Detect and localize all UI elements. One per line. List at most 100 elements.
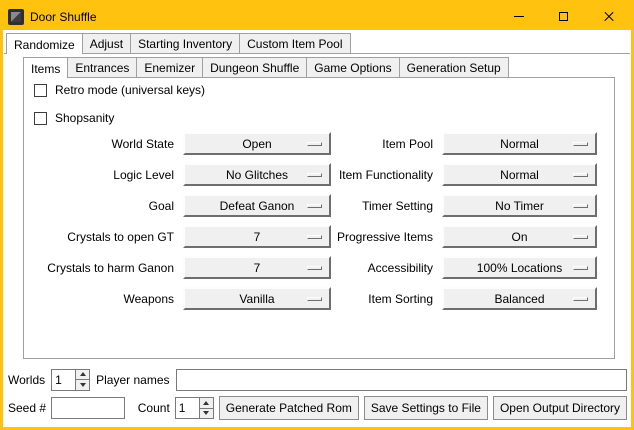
close-button[interactable] [586,3,631,30]
item-functionality-label: Item Functionality [321,168,442,182]
item-sorting-dropdown[interactable]: Balanced [442,287,597,310]
field-row: Item Pool Normal [321,132,597,155]
tab-custom-item-pool[interactable]: Custom Item Pool [239,33,350,53]
logic-level-value: No Glitches [226,168,288,182]
world-state-dropdown[interactable]: Open [183,132,331,155]
titlebar: Door Shuffle [3,3,631,30]
shopsanity-row: Shopsanity [34,111,114,125]
goal-dropdown[interactable]: Defeat Ganon [183,194,331,217]
chevron-down-icon [80,383,86,387]
field-row: Timer Setting No Timer [321,194,597,217]
crystals-ganon-value: 7 [254,261,261,275]
dropdown-indicator [307,266,322,270]
dropdown-indicator [307,173,322,177]
field-row: Progressive Items On [321,225,597,248]
tab-game-options[interactable]: Game Options [306,57,399,77]
dropdown-indicator [307,204,322,208]
generate-patched-rom-button[interactable]: Generate Patched Rom [219,396,359,420]
weapons-label: Weapons [27,292,183,306]
crystals-ganon-dropdown[interactable]: 7 [183,256,331,279]
left-field-column: World State Open Logic Level No Glitches… [27,132,331,310]
field-row: Item Functionality Normal [321,163,597,186]
tab-items[interactable]: Items [23,57,68,78]
tab-enemizer[interactable]: Enemizer [136,57,203,77]
retro-mode-label: Retro mode (universal keys) [55,83,205,97]
field-row: Crystals to open GT 7 [27,225,331,248]
weapons-value: Vanilla [239,292,274,306]
tab-generation-setup[interactable]: Generation Setup [399,57,509,77]
count-spin-down-button[interactable] [200,408,213,419]
save-settings-button[interactable]: Save Settings to File [364,396,488,420]
inner-tabstrip: Items Entrances Enemizer Dungeon Shuffle… [23,56,509,77]
count-spin-buttons [199,397,214,419]
dropdown-indicator [573,297,588,301]
field-row: Logic Level No Glitches [27,163,331,186]
dropdown-indicator [307,235,322,239]
close-icon [603,11,615,23]
timer-setting-label: Timer Setting [321,199,442,213]
logic-level-label: Logic Level [27,168,183,182]
chevron-down-icon [203,411,209,415]
retro-mode-checkbox[interactable] [34,84,47,97]
dropdown-indicator [307,297,322,301]
accessibility-label: Accessibility [321,261,442,275]
world-state-label: World State [27,137,183,151]
window: Door Shuffle Randomize Adjust Starting I… [0,0,634,430]
world-state-value: Open [242,137,271,151]
progressive-items-dropdown[interactable]: On [442,225,597,248]
tab-randomize[interactable]: Randomize [6,33,83,54]
maximize-icon [559,12,568,21]
maximize-button[interactable] [541,3,586,30]
tab-adjust[interactable]: Adjust [82,33,131,53]
seed-label: Seed # [8,401,46,415]
dropdown-indicator [573,204,588,208]
dropdown-indicator [573,173,588,177]
worlds-label: Worlds [8,373,45,387]
shopsanity-label: Shopsanity [55,111,114,125]
goal-label: Goal [27,199,183,213]
chevron-up-icon [80,372,86,376]
tab-starting-inventory[interactable]: Starting Inventory [130,33,240,53]
item-sorting-label: Item Sorting [321,292,442,306]
crystals-gt-value: 7 [254,230,261,244]
shopsanity-checkbox[interactable] [34,112,47,125]
seed-input[interactable] [51,397,125,419]
top-tabstrip: Randomize Adjust Starting Inventory Cust… [4,33,630,54]
item-pool-dropdown[interactable]: Normal [442,132,597,155]
accessibility-dropdown[interactable]: 100% Locations [442,256,597,279]
item-pool-value: Normal [500,137,539,151]
item-functionality-value: Normal [500,168,539,182]
logic-level-dropdown[interactable]: No Glitches [183,163,331,186]
open-output-directory-button[interactable]: Open Output Directory [493,396,627,420]
right-field-column: Item Pool Normal Item Functionality Norm… [321,132,597,310]
minimize-button[interactable] [496,3,541,30]
count-spinbox [175,397,214,419]
dropdown-indicator [307,142,322,146]
item-functionality-dropdown[interactable]: Normal [442,163,597,186]
worlds-spin-up-button[interactable] [76,370,89,380]
worlds-spin-buttons [75,369,90,391]
timer-setting-value: No Timer [495,199,544,213]
progressive-items-label: Progressive Items [321,230,442,244]
field-row: Weapons Vanilla [27,287,331,310]
timer-setting-dropdown[interactable]: No Timer [442,194,597,217]
count-spin-up-button[interactable] [200,398,213,408]
worlds-input[interactable] [51,369,75,391]
retro-mode-row: Retro mode (universal keys) [34,83,205,97]
tab-dungeon-shuffle[interactable]: Dungeon Shuffle [202,57,307,77]
accessibility-value: 100% Locations [477,261,562,275]
tab-entrances[interactable]: Entrances [67,57,137,77]
weapons-dropdown[interactable]: Vanilla [183,287,331,310]
minimize-icon [514,16,524,17]
crystals-gt-dropdown[interactable]: 7 [183,225,331,248]
crystals-gt-label: Crystals to open GT [27,230,183,244]
progressive-items-value: On [511,230,527,244]
item-sorting-value: Balanced [494,292,544,306]
field-row: Goal Defeat Ganon [27,194,331,217]
count-label: Count [138,401,170,415]
worlds-spin-down-button[interactable] [76,379,89,390]
player-names-input[interactable] [176,369,628,391]
count-input[interactable] [175,397,199,419]
worlds-spinbox [51,369,90,391]
field-row: Item Sorting Balanced [321,287,597,310]
